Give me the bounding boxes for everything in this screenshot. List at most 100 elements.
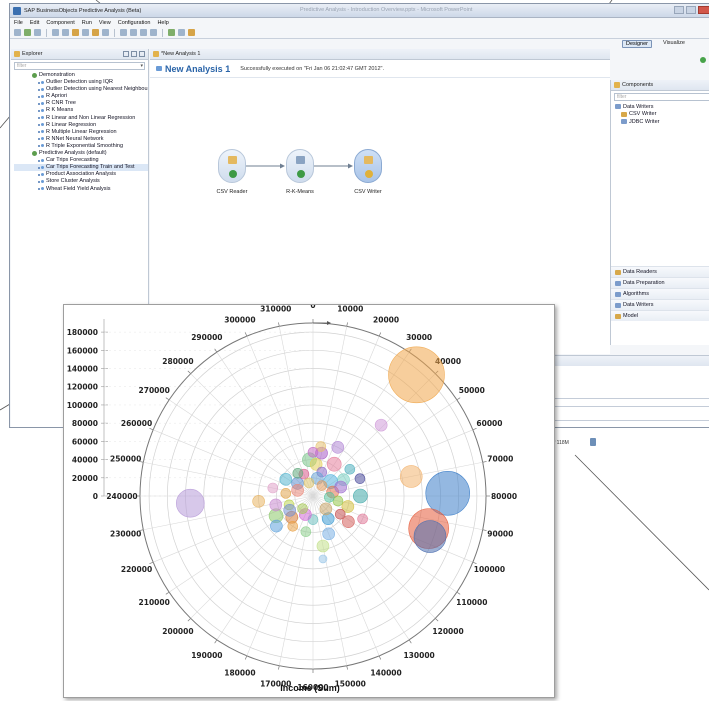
tab-new-analysis[interactable]: *New Analysis 1 <box>150 49 610 60</box>
align-icon[interactable] <box>150 29 157 36</box>
analysis-tab-icon <box>153 51 159 57</box>
node-r-k-means[interactable] <box>286 149 314 183</box>
status-ok-icon <box>700 57 706 63</box>
radial-tick-label: 140000 <box>67 365 98 374</box>
category-label: Data Preparation <box>623 280 665 286</box>
tree-item[interactable]: Outlier Detection using Nearest Neighbou <box>14 86 148 93</box>
radial-tick-label: 160000 <box>67 346 98 355</box>
tree-item[interactable]: Outlier Detection using IQR <box>14 79 148 86</box>
angular-tick-label: 240000 <box>106 492 137 501</box>
data-bubble <box>334 480 348 494</box>
tree-group-demonstration[interactable]: Demonstration <box>14 72 148 79</box>
menu-view[interactable]: View <box>99 20 111 26</box>
tree-item[interactable]: R NNet Neural Network <box>14 136 148 143</box>
angular-tick <box>346 665 348 670</box>
minimize-panel-icon[interactable] <box>139 51 145 57</box>
category-data-writers[interactable]: Data Writers <box>611 299 709 310</box>
execute-icon[interactable] <box>168 29 175 36</box>
section-data-writers[interactable]: Data Writers <box>611 103 709 111</box>
settings-icon[interactable] <box>178 29 185 36</box>
angular-tick <box>472 561 477 565</box>
tree-item-label: R K Means <box>46 107 74 114</box>
radial-tick-label: 60000 <box>72 437 98 446</box>
data-bubble <box>303 477 315 489</box>
angular-tick-label: 220000 <box>121 565 152 574</box>
garbage-collect-icon[interactable] <box>590 438 596 446</box>
folder-icon <box>32 73 37 79</box>
tree-group-predictive-analysis[interactable]: Predictive Analysis (default) <box>14 150 148 157</box>
visualize-button[interactable]: Visualize <box>663 40 685 46</box>
data-bubble <box>413 520 447 553</box>
components-icon <box>614 82 620 88</box>
node-label: CSV Reader <box>216 189 248 195</box>
cut-icon[interactable] <box>72 29 79 36</box>
undo-icon[interactable] <box>52 29 59 36</box>
delete-icon[interactable] <box>102 29 109 36</box>
analysis-icon <box>38 165 44 170</box>
minimize-button[interactable] <box>674 6 684 14</box>
tree-item[interactable]: Car Trips Forecasting <box>14 157 148 164</box>
tree-item-label: R CNR Tree <box>46 100 76 107</box>
tree-item[interactable]: R Triple Exponential Smoothing <box>14 143 148 150</box>
tree-item-selected[interactable]: Car Trips Forecasting Train and Test <box>14 164 148 172</box>
save-icon[interactable] <box>34 29 41 36</box>
redo-icon[interactable] <box>62 29 69 36</box>
copy-icon[interactable] <box>82 29 89 36</box>
table-icon[interactable] <box>130 29 137 36</box>
category-model[interactable]: Model <box>611 310 709 321</box>
angular-spoke <box>153 429 314 497</box>
component-jdbc-writer[interactable]: JDBC Writer <box>611 118 709 126</box>
angular-tick <box>165 397 170 401</box>
tab-explorer[interactable]: Explorer <box>11 49 148 60</box>
window-titlebar: SAP BusinessObjects Predictive Analysis … <box>10 4 709 18</box>
new-icon[interactable] <box>14 29 21 36</box>
menu-help[interactable]: Help <box>157 20 168 26</box>
component-csv-writer[interactable]: CSV Writer <box>611 111 709 119</box>
data-bubble <box>331 441 345 454</box>
tree-item[interactable]: Product Association Analysis <box>14 171 148 178</box>
tree-group-label: Predictive Analysis (default) <box>39 150 107 157</box>
data-bubble <box>292 467 304 479</box>
designer-button[interactable]: Designer <box>622 40 653 48</box>
tree-item[interactable]: R Multiple Linear Regression <box>14 129 148 136</box>
angular-tick <box>408 639 412 644</box>
sap-app-icon <box>13 6 21 15</box>
collapse-all-icon[interactable] <box>123 51 129 57</box>
tree-item[interactable]: R Linear Regression <box>14 122 148 129</box>
data-bubble <box>252 495 265 508</box>
radial-tick-label: 120000 <box>67 383 98 392</box>
data-bubble <box>326 456 342 472</box>
category-data-readers[interactable]: Data Readers <box>611 266 709 277</box>
maximize-button[interactable] <box>686 6 696 14</box>
tree-item[interactable]: Store Cluster Analysis <box>14 178 148 185</box>
editor-header: New Analysis 1 Successfully executed on … <box>150 60 610 78</box>
tree-item[interactable]: R K Means <box>14 107 148 114</box>
export-icon[interactable] <box>188 29 195 36</box>
tree-item[interactable]: R Apriori <box>14 93 148 100</box>
tree-item[interactable]: R CNR Tree <box>14 100 148 107</box>
tree-item[interactable]: R Linear and Non Linear Regression <box>14 115 148 122</box>
menu-edit[interactable]: Edit <box>30 20 39 26</box>
run-icon[interactable] <box>24 29 31 36</box>
analysis-flow-canvas[interactable]: CSV Reader R-K-Means CSV Writer <box>150 99 610 229</box>
node-csv-writer[interactable] <box>354 149 382 183</box>
category-data-preparation[interactable]: Data Preparation <box>611 277 709 288</box>
filter-dropdown-icon[interactable]: ▾ <box>140 63 143 69</box>
layout-icon[interactable] <box>140 29 147 36</box>
grid-icon[interactable] <box>120 29 127 36</box>
angular-tick-label: 250000 <box>110 455 141 464</box>
angular-tick <box>378 332 382 337</box>
link-editor-icon[interactable] <box>131 51 137 57</box>
data-bubble <box>279 473 293 486</box>
menu-configuration[interactable]: Configuration <box>118 20 151 26</box>
menu-run[interactable]: Run <box>82 20 92 26</box>
menu-file[interactable]: File <box>14 20 23 26</box>
components-filter-input[interactable]: filter ▾ <box>614 93 709 101</box>
explorer-filter-input[interactable]: filter ▾ <box>14 62 145 70</box>
node-csv-reader[interactable] <box>218 149 246 183</box>
menu-component[interactable]: Component <box>46 20 74 26</box>
close-button[interactable] <box>698 6 709 14</box>
category-algorithms[interactable]: Algorithms <box>611 288 709 299</box>
tree-item[interactable]: Wheat Field Yield Analysis <box>14 186 148 193</box>
paste-icon[interactable] <box>92 29 99 36</box>
